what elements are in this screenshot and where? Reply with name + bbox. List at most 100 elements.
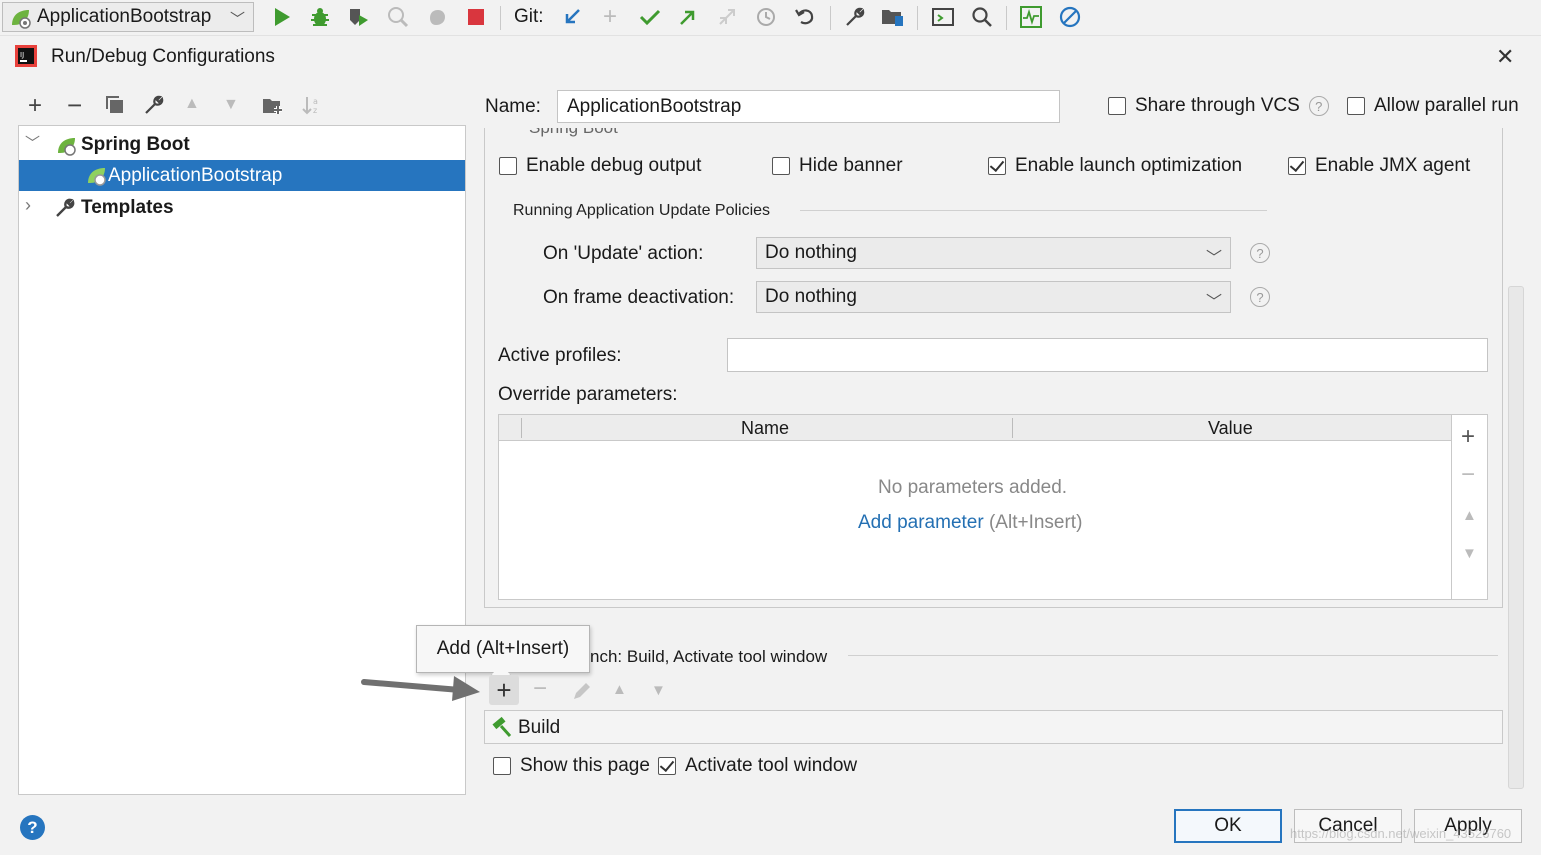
search-icon[interactable]: [970, 5, 994, 29]
show-page-box[interactable]: [493, 757, 511, 775]
stop-icon[interactable]: [464, 5, 488, 29]
spring-boot-icon: [55, 135, 79, 162]
move-row-down-icon[interactable]: ▼: [1462, 545, 1477, 562]
remove-config-icon[interactable]: −: [67, 90, 82, 121]
edit-defaults-wrench-icon[interactable]: [144, 95, 164, 120]
history-icon[interactable]: [754, 5, 778, 29]
tree-node-spring-boot[interactable]: ﹀ Spring Boot: [19, 130, 465, 160]
run-with-coverage-icon[interactable]: [347, 5, 371, 29]
before-launch-divider: [848, 655, 1498, 656]
active-profiles-label: Active profiles:: [498, 345, 622, 366]
remove-task-icon[interactable]: −: [533, 675, 547, 703]
share-vcs-box[interactable]: [1108, 97, 1126, 115]
new-folder-icon[interactable]: [262, 96, 284, 121]
activity-monitor-icon[interactable]: [1019, 5, 1043, 29]
svg-text:a: a: [313, 97, 318, 106]
activate-tool-checkbox[interactable]: Activate tool window: [658, 755, 857, 777]
annotation-arrow: [361, 676, 480, 701]
on-frame-dropdown[interactable]: Do nothing ﹀: [756, 281, 1231, 313]
tooltip-text: Add (Alt+Insert): [436, 638, 570, 659]
git-commit-icon[interactable]: [638, 5, 662, 29]
close-icon[interactable]: ✕: [1496, 44, 1514, 70]
launch-opt-box[interactable]: [988, 157, 1006, 175]
launch-opt-checkbox[interactable]: Enable launch optimization: [988, 155, 1242, 177]
name-field[interactable]: ApplicationBootstrap: [557, 90, 1060, 123]
svg-text:z: z: [313, 106, 317, 115]
sort-icon[interactable]: az: [302, 95, 322, 120]
spring-boot-icon: [9, 7, 33, 35]
tree-item-label: ApplicationBootstrap: [108, 165, 283, 186]
column-header-value[interactable]: Value: [1208, 418, 1253, 439]
jmx-agent-checkbox[interactable]: Enable JMX agent: [1288, 155, 1470, 177]
share-vcs-checkbox[interactable]: Share through VCS ?: [1108, 95, 1329, 117]
tree-group-label: Spring Boot: [81, 134, 190, 155]
chevron-down-icon: ﹀: [1205, 250, 1222, 267]
tree-node-templates[interactable]: › Templates: [19, 193, 465, 223]
hide-banner-box[interactable]: [772, 157, 790, 175]
dialog-title-bar: IJ Run/Debug Configurations ✕: [0, 38, 1541, 76]
chevron-down-icon: ﹀: [229, 11, 245, 28]
copy-config-icon[interactable]: [105, 95, 125, 120]
git-merge-icon[interactable]: [715, 5, 739, 29]
hide-banner-checkbox[interactable]: Hide banner: [772, 155, 903, 177]
table-header: Name Value: [499, 415, 1451, 441]
intellij-logo-icon: IJ: [15, 45, 37, 72]
help-button[interactable]: ?: [20, 815, 45, 840]
ok-label: OK: [1214, 815, 1242, 836]
active-profiles-input[interactable]: [727, 338, 1488, 372]
expand-chevron-icon[interactable]: ﹀: [25, 132, 40, 153]
git-update-icon[interactable]: [560, 5, 584, 29]
activate-tool-box[interactable]: [658, 757, 676, 775]
run-icon[interactable]: [270, 5, 294, 29]
edit-task-icon[interactable]: [571, 680, 593, 707]
move-down-icon[interactable]: ▼: [223, 96, 239, 114]
expand-chevron-right-icon[interactable]: ›: [25, 195, 31, 216]
help-button-label: ?: [27, 817, 38, 837]
help-icon[interactable]: ?: [1308, 96, 1329, 116]
vertical-scrollbar[interactable]: [1508, 286, 1524, 789]
git-add-icon[interactable]: +: [598, 5, 622, 29]
rollback-icon[interactable]: [793, 5, 817, 29]
move-up-icon[interactable]: ▲: [184, 95, 200, 113]
svg-text:IJ: IJ: [20, 51, 24, 59]
remove-row-icon[interactable]: −: [1461, 461, 1475, 489]
jmx-agent-box[interactable]: [1288, 157, 1306, 175]
column-header-name[interactable]: Name: [741, 418, 789, 439]
move-row-up-icon[interactable]: ▲: [1462, 507, 1477, 524]
project-structure-icon[interactable]: [881, 5, 905, 29]
on-update-help-icon[interactable]: ?: [1250, 243, 1270, 263]
enable-debug-checkbox[interactable]: Enable debug output: [499, 155, 701, 177]
add-task-icon[interactable]: +: [489, 675, 519, 705]
before-launch-list: Build: [484, 710, 1503, 744]
move-task-up-icon[interactable]: ▲: [612, 681, 627, 698]
allow-parallel-checkbox[interactable]: Allow parallel run: [1347, 95, 1519, 117]
tree-item-application-bootstrap[interactable]: ApplicationBootstrap: [19, 160, 465, 191]
terminal-window-icon[interactable]: [931, 5, 955, 29]
enable-debug-box[interactable]: [499, 157, 517, 175]
show-page-checkbox[interactable]: Show this page: [493, 755, 650, 777]
add-parameter-link[interactable]: Add parameter: [858, 512, 984, 533]
spring-boot-app-icon: [85, 165, 109, 192]
jmx-agent-label: Enable JMX agent: [1315, 155, 1471, 176]
attach-debugger-icon[interactable]: [425, 5, 449, 29]
show-page-label: Show this page: [520, 755, 650, 776]
git-push-icon[interactable]: [676, 5, 700, 29]
on-frame-help-icon[interactable]: ?: [1250, 287, 1270, 307]
profile-icon[interactable]: [386, 5, 410, 29]
main-toolbar: ApplicationBootstrap ﹀ Git: +: [0, 0, 1541, 36]
move-task-down-icon[interactable]: ▼: [651, 682, 666, 699]
watermark: https://blog.csdn.net/weixin_43526760: [1290, 826, 1512, 841]
allow-parallel-box[interactable]: [1347, 97, 1365, 115]
before-launch-title: nch: Build, Activate tool window: [590, 647, 828, 666]
on-update-dropdown[interactable]: Do nothing ﹀: [756, 237, 1231, 269]
debug-icon[interactable]: [308, 5, 332, 29]
add-config-icon[interactable]: +: [28, 92, 42, 120]
settings-wrench-icon[interactable]: [843, 5, 867, 29]
list-item-build[interactable]: Build: [485, 711, 1502, 743]
ok-button[interactable]: OK: [1174, 809, 1282, 843]
run-config-selector[interactable]: ApplicationBootstrap ﹀: [2, 2, 254, 32]
update-policies-title: Running Application Update Policies: [513, 202, 771, 219]
wrench-icon: [55, 198, 75, 223]
no-entry-icon[interactable]: [1058, 5, 1082, 29]
add-row-icon[interactable]: +: [1461, 423, 1475, 451]
